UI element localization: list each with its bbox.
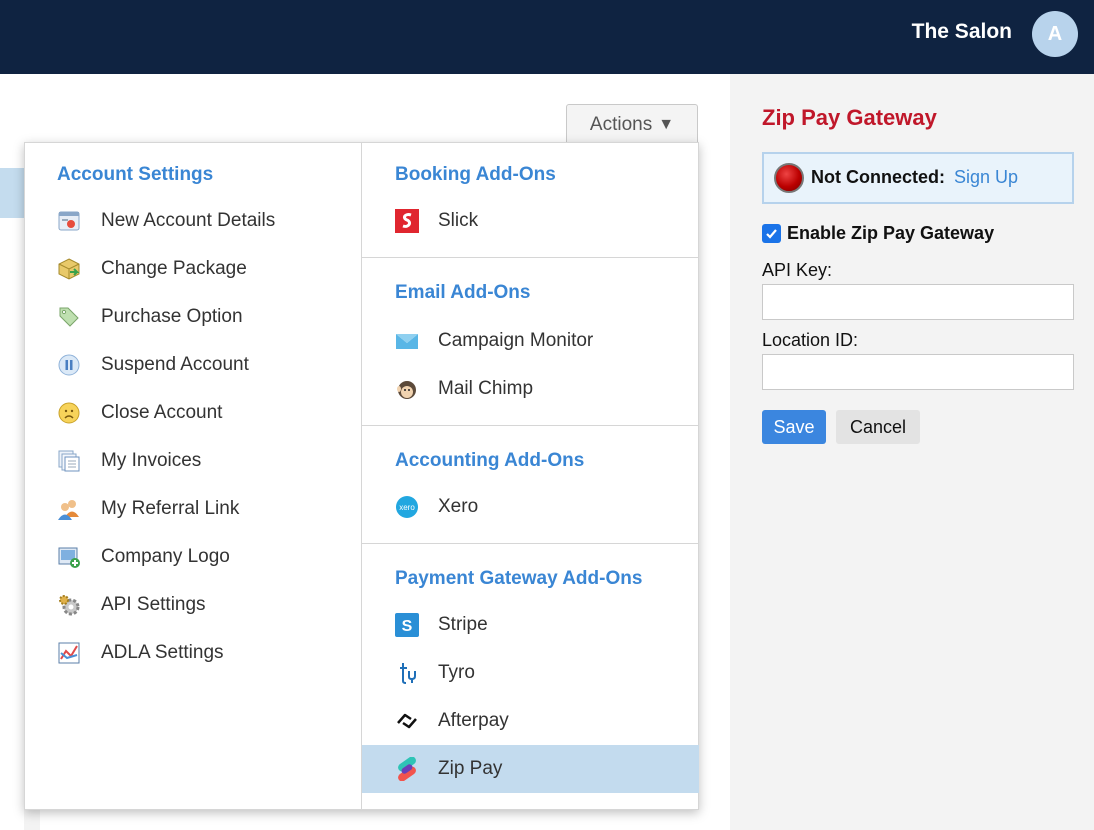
status-indicator-icon — [774, 163, 804, 193]
sign-up-link[interactable]: Sign Up — [954, 167, 1018, 188]
section-divider — [362, 543, 699, 544]
menu-item-label: Change Package — [101, 258, 247, 279]
booking-addons-heading: Booking Add-Ons — [395, 164, 556, 185]
menu-item-my-referral-link[interactable]: My Referral Link — [25, 485, 362, 533]
connection-status-box: Not Connected: Sign Up — [762, 152, 1074, 204]
stripe-icon: S — [395, 613, 419, 637]
pause-icon — [58, 354, 80, 376]
menu-item-xero[interactable]: xero Xero — [362, 483, 699, 531]
menu-item-mail-chimp[interactable]: Mail Chimp — [362, 365, 699, 413]
svg-text:xero: xero — [399, 503, 415, 512]
menu-item-label: ADLA Settings — [101, 642, 224, 663]
api-key-label: API Key: — [762, 260, 833, 280]
menu-item-afterpay[interactable]: Afterpay — [362, 697, 699, 745]
account-details-icon — [58, 211, 80, 231]
api-key-input[interactable] — [762, 284, 1074, 320]
gear-icon — [59, 595, 80, 616]
tag-icon — [59, 307, 79, 327]
menu-item-label: Zip Pay — [438, 758, 503, 779]
zip-pay-icon — [398, 757, 416, 781]
menu-item-tyro[interactable]: Tyro — [362, 649, 699, 697]
section-divider — [362, 425, 699, 426]
menu-item-label: Slick — [438, 210, 479, 231]
addons-column: Booking Add-Ons Slick Email Add-Ons Camp… — [362, 143, 699, 809]
user-avatar[interactable]: A — [1032, 11, 1078, 57]
menu-item-purchase-option[interactable]: Purchase Option — [25, 293, 362, 341]
zip-pay-settings-panel: Zip Pay Gateway Not Connected: Sign Up E… — [730, 74, 1094, 830]
section-divider — [362, 257, 699, 258]
menu-item-label: Mail Chimp — [438, 378, 534, 399]
menu-item-label: Tyro — [438, 662, 475, 683]
menu-item-label: Afterpay — [438, 710, 509, 731]
menu-item-new-account-details[interactable]: New Account Details — [25, 197, 362, 245]
menu-item-label: Stripe — [438, 614, 488, 635]
menu-item-change-package[interactable]: Change Package — [25, 245, 362, 293]
menu-item-label: My Referral Link — [101, 498, 240, 519]
menu-item-zip-pay[interactable]: Zip Pay — [362, 745, 699, 793]
svg-text:S: S — [402, 618, 413, 635]
package-icon — [58, 258, 80, 280]
menu-item-stripe[interactable]: S Stripe — [362, 601, 699, 649]
afterpay-icon — [397, 713, 417, 729]
enable-gateway-label[interactable]: Enable Zip Pay Gateway — [787, 223, 994, 244]
account-settings-heading: Account Settings — [57, 164, 214, 185]
menu-item-label: API Settings — [101, 594, 206, 615]
menu-item-label: Company Logo — [101, 546, 230, 567]
caret-down-icon: ▼ — [658, 115, 675, 133]
menu-item-label: New Account Details — [101, 210, 276, 231]
account-settings-column: Account Settings New Account Details Cha… — [25, 143, 362, 809]
highlighted-row-edge — [0, 168, 24, 218]
menu-item-adla-settings[interactable]: ADLA Settings — [25, 629, 362, 677]
accounting-addons-heading: Accounting Add-Ons — [395, 450, 585, 471]
menu-item-my-invoices[interactable]: My Invoices — [25, 437, 362, 485]
menu-item-campaign-monitor[interactable]: Campaign Monitor — [362, 317, 699, 365]
menu-item-suspend-account[interactable]: Suspend Account — [25, 341, 362, 389]
menu-item-api-settings[interactable]: API Settings — [25, 581, 362, 629]
cancel-button[interactable]: Cancel — [836, 410, 920, 444]
panel-title: Zip Pay Gateway — [762, 105, 937, 130]
menu-item-label: Purchase Option — [101, 306, 243, 327]
business-name[interactable]: The Salon — [912, 20, 1012, 44]
enable-gateway-checkbox[interactable] — [762, 224, 781, 243]
chart-icon — [58, 642, 80, 664]
location-id-input[interactable] — [762, 354, 1074, 390]
menu-item-label: Close Account — [101, 402, 223, 423]
top-navigation-bar: The Salon A — [0, 0, 1094, 74]
menu-item-label: My Invoices — [101, 450, 202, 471]
menu-item-label: Suspend Account — [101, 354, 249, 375]
checkmark-icon — [766, 229, 777, 239]
email-addons-heading: Email Add-Ons — [395, 282, 531, 303]
xero-icon: xero — [396, 496, 418, 518]
campaign-monitor-icon — [396, 334, 418, 349]
slick-logo-icon — [395, 209, 419, 233]
tyro-icon — [400, 663, 416, 684]
status-label: Not Connected: — [811, 167, 945, 187]
actions-label: Actions — [589, 113, 653, 135]
save-button[interactable]: Save — [762, 410, 826, 444]
menu-item-slick[interactable]: Slick — [362, 197, 699, 245]
menu-item-close-account[interactable]: Close Account — [25, 389, 362, 437]
menu-item-label: Xero — [438, 496, 479, 517]
actions-button[interactable]: Actions ▼ — [566, 104, 698, 144]
actions-dropdown-menu: Account Settings New Account Details Cha… — [24, 142, 699, 810]
menu-item-label: Campaign Monitor — [438, 330, 594, 351]
referral-users-icon — [58, 500, 79, 520]
menu-item-company-logo[interactable]: Company Logo — [25, 533, 362, 581]
sad-face-icon — [58, 402, 80, 424]
content-edge — [24, 808, 40, 830]
invoices-icon — [58, 450, 80, 472]
payment-addons-heading: Payment Gateway Add-Ons — [395, 568, 643, 589]
enable-gateway-row: Enable Zip Pay Gateway — [762, 223, 994, 244]
mailchimp-icon — [397, 381, 416, 399]
location-id-label: Location ID: — [762, 330, 859, 350]
image-add-icon — [58, 547, 80, 568]
